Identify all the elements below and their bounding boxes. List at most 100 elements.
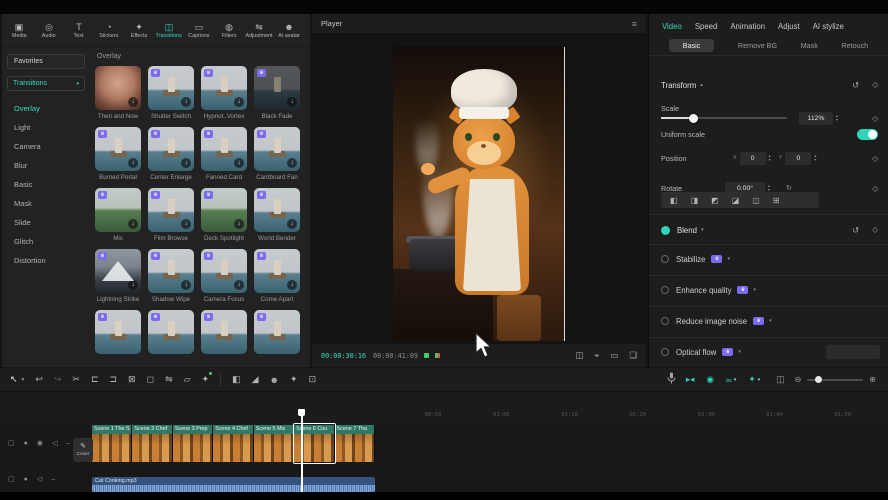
tab-speed[interactable]: Speed: [695, 22, 718, 31]
audio-clip[interactable]: Cat Cooking.mp3: [92, 477, 375, 492]
top-tab-stickers[interactable]: ◔Stickers: [94, 22, 124, 39]
crop-icon[interactable]: ▱: [184, 374, 191, 385]
zoom-fit-icon[interactable]: ⌖: [595, 350, 600, 361]
timeline-clip-scene-1-the-s[interactable]: Scene 1 The S: [92, 425, 132, 462]
top-tab-effects[interactable]: ✦Effects: [124, 22, 154, 39]
top-tab-media[interactable]: ▣Media: [4, 22, 34, 39]
stepper-down-icon[interactable]: ▾: [769, 158, 771, 162]
checkbox-circle-icon[interactable]: [661, 317, 669, 325]
freeze-frame-icon[interactable]: ◻: [147, 374, 154, 385]
category-light[interactable]: Light: [7, 118, 85, 137]
ai-tools-icon[interactable]: ✦: [202, 374, 210, 385]
tab-animation[interactable]: Animation: [730, 22, 765, 31]
transition-item-partial[interactable]: ♛: [95, 310, 141, 354]
chevron-down-icon[interactable]: ▾: [727, 256, 730, 262]
transition-item-come-apart[interactable]: ♛↓Come Apart: [254, 249, 300, 303]
scale-value[interactable]: 112%: [799, 112, 833, 125]
top-tab-text[interactable]: TText: [64, 22, 94, 39]
tab-adjust[interactable]: Adjust: [778, 22, 800, 31]
player-menu-icon[interactable]: ≡: [632, 19, 637, 29]
transition-item-fanned-card[interactable]: ♛↓Fanned Card: [201, 127, 247, 181]
timeline-clip-scene-5-mix[interactable]: Scene 5 Mix: [254, 425, 294, 462]
transition-item-partial[interactable]: ♛: [254, 310, 300, 354]
track-collapse-icon[interactable]: –: [51, 476, 55, 483]
auto-link-icon[interactable]: ∞▾: [726, 374, 737, 385]
track-lock-icon[interactable]: ●: [24, 440, 28, 447]
portrait-tool-icon[interactable]: ☻: [270, 375, 279, 385]
mask-tool-icon[interactable]: ◧: [232, 374, 241, 385]
stepper-down-icon[interactable]: ▾: [836, 118, 838, 122]
favorites-box[interactable]: Favorites: [7, 54, 85, 69]
category-distortion[interactable]: Distortion: [7, 251, 85, 270]
top-tab-audio[interactable]: ◎Audio: [34, 22, 64, 39]
mirror-display-icon[interactable]: ◫: [776, 374, 785, 385]
zoom-in-icon[interactable]: ⊕: [869, 375, 876, 384]
ratio-icon[interactable]: ▭: [610, 350, 618, 361]
scale-slider[interactable]: [661, 117, 787, 119]
auto-select-icon[interactable]: ✦▾: [748, 374, 760, 385]
transition-item-partial[interactable]: ♛: [201, 310, 247, 354]
snapshot-icon[interactable]: ⊡: [309, 374, 317, 385]
transition-item-black-fade[interactable]: ♛↓Black Fade: [254, 66, 300, 120]
chevron-down-icon[interactable]: ▾: [769, 318, 772, 324]
track-hide-icon[interactable]: ◉: [37, 439, 43, 447]
trim-left-icon[interactable]: ⊏: [91, 374, 99, 385]
category-overlay[interactable]: Overlay: [7, 99, 85, 118]
keyframe-icon[interactable]: ◇: [872, 80, 878, 91]
transition-item-cardboard-fan[interactable]: ♛↓Cardboard Fan: [254, 127, 300, 181]
scale-stepper[interactable]: ▴ ▾: [836, 114, 838, 122]
track-mute-icon[interactable]: ◁: [52, 439, 57, 447]
delete-icon[interactable]: ⊠: [128, 374, 136, 385]
timeline-clip-scene-7-tha[interactable]: Scene 7 Tha: [335, 425, 375, 462]
transitions-group-select[interactable]: Transitions ▾: [7, 76, 85, 91]
align-top-icon[interactable]: ◪: [732, 196, 740, 205]
trim-right-icon[interactable]: ⊐: [110, 374, 118, 385]
subtab-mask[interactable]: Mask: [801, 41, 818, 50]
zoom-slider-knob[interactable]: [815, 376, 822, 383]
checkbox-circle-icon[interactable]: [661, 286, 669, 294]
reset-icon[interactable]: ↺: [852, 225, 859, 236]
tab-ai-stylize[interactable]: AI stylize: [813, 22, 844, 31]
top-tab-transitions[interactable]: ◫Transitions: [154, 22, 184, 39]
transition-item-camera-focus[interactable]: ♛↓Camera Focus: [201, 249, 247, 303]
transition-item-world-bender[interactable]: ♛↓World Bender: [254, 188, 300, 242]
category-glitch[interactable]: Glitch: [7, 232, 85, 251]
split-icon[interactable]: ✂: [72, 374, 80, 385]
blend-checkbox-icon[interactable]: [661, 226, 670, 235]
align-bottom-icon[interactable]: ⊞: [773, 196, 780, 205]
transition-item-mix[interactable]: ♛↓Mix: [95, 188, 141, 242]
magnetic-snap-icon[interactable]: ◉: [706, 374, 713, 385]
tab-video[interactable]: Video: [662, 22, 682, 31]
transition-item-lightning-strike[interactable]: ♛↓Lightning Strike: [95, 249, 141, 303]
stepper-down-icon[interactable]: ▾: [814, 158, 816, 162]
track-collapse-icon[interactable]: –: [66, 440, 70, 447]
chevron-down-icon[interactable]: ▾: [701, 227, 704, 233]
top-tab-adjustment[interactable]: ⇋Adjustment: [244, 22, 274, 39]
playhead[interactable]: [301, 414, 303, 492]
transition-item-hypnot-vortex[interactable]: ♛↓Hypnot..Vortex: [201, 66, 247, 120]
zoom-out-icon[interactable]: ⊖: [795, 375, 802, 384]
timeline-zoom-slider[interactable]: [807, 379, 863, 381]
slider-knob[interactable]: [689, 114, 698, 123]
redo-icon[interactable]: ↪: [54, 374, 62, 385]
top-tab-captions[interactable]: ▭Captions: [184, 22, 214, 39]
position-y-field[interactable]: 0: [785, 152, 811, 165]
fullscreen-icon[interactable]: ❏: [629, 350, 637, 361]
top-tab-filters[interactable]: ◍Filters: [214, 22, 244, 39]
category-camera[interactable]: Camera: [7, 137, 85, 156]
timeline-clip-scene-4-chef[interactable]: Scene 4 Chef: [213, 425, 253, 462]
transition-item-then-and-now[interactable]: ↓Then and Now: [95, 66, 141, 120]
select-tool-icon[interactable]: ↖: [10, 374, 18, 385]
position-y-stepper[interactable]: ▴ ▾: [814, 154, 816, 162]
reverse-icon[interactable]: ⇋: [165, 374, 173, 385]
transition-item-burned-portal[interactable]: ♛↓Burned Portal: [95, 127, 141, 181]
align-center-h-icon[interactable]: ◨: [691, 196, 699, 205]
checkbox-circle-icon[interactable]: [661, 255, 669, 263]
align-left-icon[interactable]: ◧: [670, 196, 678, 205]
transition-item-partial[interactable]: ♛: [148, 310, 194, 354]
video-preview[interactable]: [393, 47, 565, 341]
rotate-stepper[interactable]: ▴ ▾: [768, 184, 770, 192]
uniform-scale-toggle[interactable]: [857, 129, 878, 140]
chevron-down-icon[interactable]: ▾: [738, 349, 741, 355]
magic-wand-icon[interactable]: ✦: [290, 374, 298, 385]
